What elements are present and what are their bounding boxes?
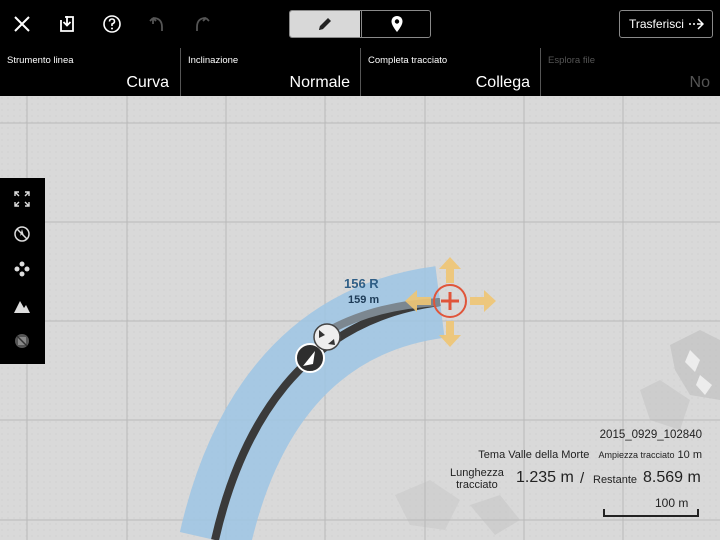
- pin-mode-button[interactable]: [361, 11, 430, 37]
- option-value: Normale: [289, 74, 350, 91]
- remaining-label: Restante: [593, 474, 638, 486]
- undo-icon[interactable]: [141, 8, 173, 40]
- slope-option[interactable]: Inclinazione Normale: [180, 48, 360, 96]
- help-icon[interactable]: [96, 8, 128, 40]
- top-toolbar: Trasferisci: [0, 0, 720, 48]
- option-label: Esplora file: [548, 55, 595, 66]
- arrow-right-icon: [689, 18, 704, 30]
- layers-off-icon[interactable]: [11, 330, 33, 352]
- mode-switch: [289, 10, 431, 38]
- remaining-value: 8.569 m: [643, 469, 701, 486]
- terrain-icon[interactable]: [11, 295, 33, 317]
- side-toolbar: [0, 178, 45, 364]
- map-canvas[interactable]: 156 R 159 m 2015_0929_102840 Tema Valle …: [0, 96, 720, 540]
- save-icon[interactable]: [51, 8, 83, 40]
- curve-radius-label: 156 R: [344, 276, 379, 291]
- transfer-label: Trasferisci: [629, 17, 684, 31]
- no-compass-icon[interactable]: [11, 223, 33, 245]
- transfer-button[interactable]: Trasferisci: [619, 10, 713, 38]
- waypoints-icon[interactable]: [11, 258, 33, 280]
- theme-name: Tema Valle della Morte: [478, 449, 590, 461]
- length-value: 1.235 m: [516, 469, 574, 486]
- length-separator: /: [580, 470, 585, 487]
- track-width-row: Tema Valle della Morte Ampiezza tracciat…: [478, 449, 702, 461]
- length-label-line2: tracciato: [456, 479, 498, 491]
- length-label-line1: Lunghezza: [450, 467, 504, 479]
- option-label: Completa tracciato: [368, 55, 448, 66]
- length-label: Lunghezza tracciato: [450, 467, 504, 491]
- browse-files-option: Esplora file No: [540, 48, 720, 96]
- width-value: 10 m: [677, 449, 702, 461]
- control-point[interactable]: [313, 323, 341, 351]
- line-tool-option[interactable]: Strumento linea Curva: [0, 48, 179, 96]
- pencil-icon: [319, 18, 331, 30]
- option-value: Curva: [126, 74, 169, 91]
- location-pin-icon: [391, 16, 403, 32]
- close-icon[interactable]: [6, 8, 38, 40]
- redo-icon[interactable]: [186, 8, 218, 40]
- width-label: Ampiezza tracciato: [598, 450, 675, 460]
- expand-icon[interactable]: [11, 188, 33, 210]
- curve-length-label: 159 m: [348, 294, 380, 306]
- complete-track-option[interactable]: Completa tracciato Collega: [360, 48, 540, 96]
- option-label: Strumento linea: [7, 55, 74, 66]
- edit-mode-button[interactable]: [290, 11, 360, 37]
- option-label: Inclinazione: [188, 55, 239, 66]
- file-name: 2015_0929_102840: [599, 429, 702, 441]
- option-value: Collega: [475, 74, 530, 91]
- option-value: No: [689, 74, 710, 91]
- scale-label: 100 m: [655, 496, 689, 510]
